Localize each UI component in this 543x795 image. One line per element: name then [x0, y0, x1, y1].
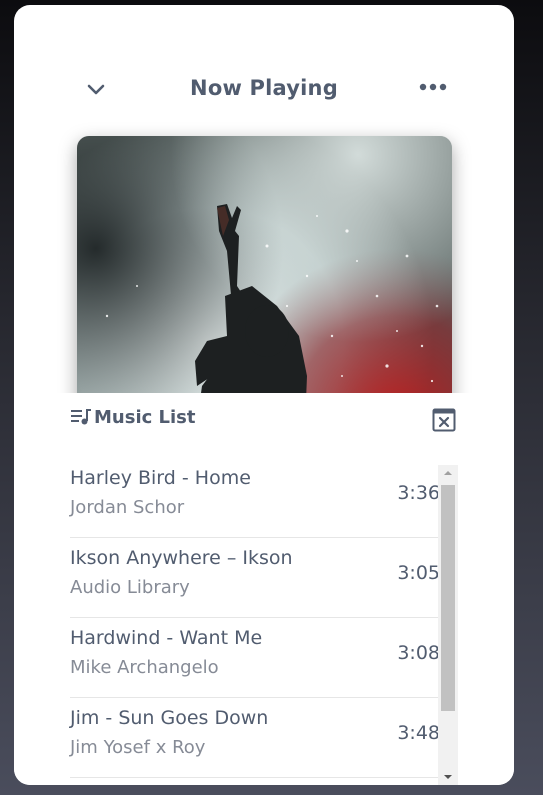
track-artist: Audio Library — [70, 577, 190, 598]
music-list-title: Music List — [94, 407, 196, 428]
track-artist: Jim Yosef x Roy — [70, 737, 206, 758]
music-list-header: Music List — [14, 393, 514, 443]
track-artist: Mike Archangelo — [70, 657, 219, 678]
list-item[interactable]: Harley Bird - Home Jordan Schor 3:36 — [70, 458, 440, 538]
track-name: Ikson Anywhere – Ikson — [70, 547, 293, 569]
scroll-down-arrow-icon[interactable] — [438, 769, 458, 785]
close-box-icon[interactable] — [432, 408, 456, 432]
track-artist: Jordan Schor — [70, 497, 185, 518]
music-list-panel: Music List Harley Bird - Home Jordan Sch… — [14, 393, 514, 785]
track-duration: 3:08 — [397, 642, 440, 664]
track-duration: 3:48 — [397, 722, 440, 744]
scrollbar-thumb[interactable] — [441, 485, 455, 711]
track-list: Harley Bird - Home Jordan Schor 3:36 Iks… — [70, 458, 440, 778]
track-name: Jim - Sun Goes Down — [70, 707, 269, 729]
queue-music-icon — [71, 408, 93, 426]
list-item[interactable]: Jim - Sun Goes Down Jim Yosef x Roy 3:48 — [70, 698, 440, 778]
player-card: Now Playing Music List Harley Bird - Hom… — [14, 5, 514, 785]
list-item[interactable]: Hardwind - Want Me Mike Archangelo 3:08 — [70, 618, 440, 698]
top-bar: Now Playing — [14, 5, 514, 125]
track-duration: 3:05 — [397, 562, 440, 584]
more-horizontal-icon[interactable] — [417, 77, 449, 97]
track-name: Hardwind - Want Me — [70, 627, 263, 649]
track-duration: 3:36 — [397, 482, 440, 504]
scroll-up-arrow-icon[interactable] — [438, 465, 458, 481]
list-item[interactable]: Ikson Anywhere – Ikson Audio Library 3:0… — [70, 538, 440, 618]
track-name: Harley Bird - Home — [70, 467, 251, 489]
scrollbar[interactable] — [438, 465, 458, 785]
